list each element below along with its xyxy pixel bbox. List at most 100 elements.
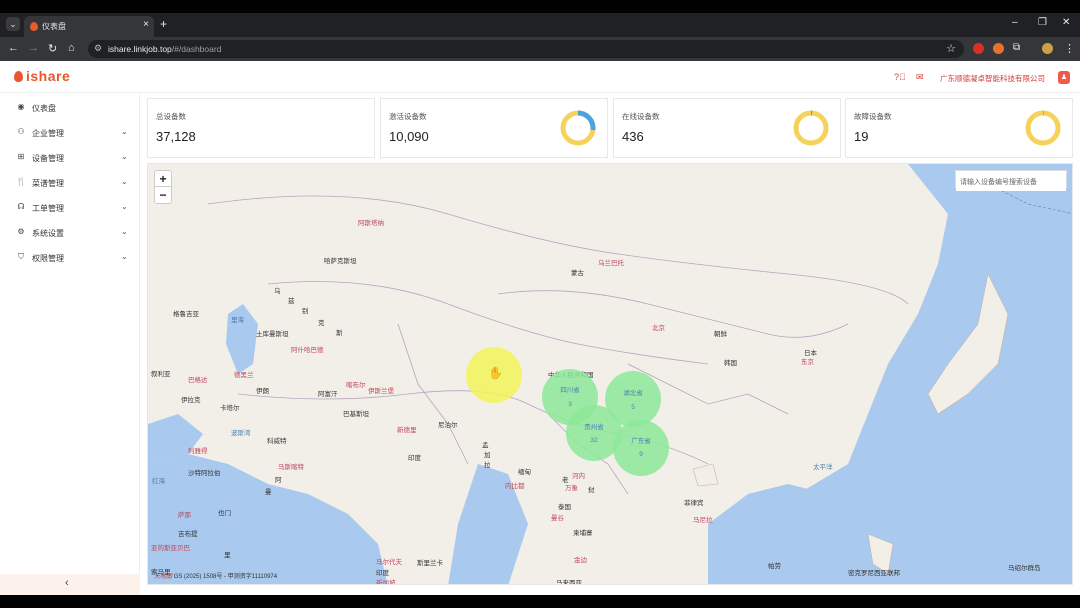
- map-label: 兹: [288, 298, 295, 305]
- map-label: 马绍尔群岛: [1008, 565, 1041, 572]
- new-tab-icon[interactable]: +: [160, 17, 167, 31]
- chevron-down-icon: ⌄: [121, 177, 128, 186]
- forward-icon[interactable]: →: [28, 42, 39, 54]
- map-label: 帕劳: [768, 563, 781, 570]
- mail-icon[interactable]: ✉: [916, 72, 924, 83]
- cluster-label: 贵州省: [584, 424, 604, 431]
- map-label: 斯: [336, 330, 343, 337]
- sidebar-collapse-button[interactable]: ‹: [0, 574, 140, 595]
- user-icon[interactable]: ♟: [1058, 71, 1070, 84]
- map-label: 太平洋: [813, 464, 833, 471]
- map-label: 克: [318, 320, 325, 327]
- sidebar-item-label: 设备管理: [32, 154, 64, 163]
- map-label: 卡塔尔: [220, 405, 240, 412]
- headset-icon: ☊: [17, 202, 25, 211]
- browser-tab[interactable]: 仪表盘 ×: [24, 16, 154, 37]
- back-icon[interactable]: ←: [8, 42, 19, 54]
- extensions-puzzle-icon[interactable]: ⧉: [1013, 42, 1020, 53]
- sidebar-item-workorders[interactable]: ☊ 工单管理 ⌄: [0, 196, 140, 220]
- browser-menu-icon[interactable]: ⋮: [1064, 42, 1075, 55]
- activated-ring-chart: [560, 110, 596, 146]
- map-label: 阿什哈巴德: [291, 347, 324, 354]
- tab-close-icon[interactable]: ×: [143, 19, 149, 30]
- window-close-icon[interactable]: ✕: [1062, 17, 1070, 28]
- map-label: 金边: [574, 557, 587, 564]
- favicon-icon: [30, 22, 38, 31]
- dashboard-icon: ◉: [17, 102, 25, 111]
- chevron-down-icon: ⌄: [121, 252, 128, 261]
- extension-icon[interactable]: [993, 43, 1004, 54]
- map-label: 河内: [572, 473, 585, 480]
- map-label: 泰国: [558, 504, 571, 511]
- sidebar-item-system-settings[interactable]: ⚙ 系统设置 ⌄: [0, 221, 140, 245]
- cluster-count: 5: [631, 404, 635, 411]
- map-label: 喀布尔: [346, 382, 366, 389]
- zoom-out-button[interactable]: −: [155, 187, 171, 203]
- map-label: 韩国: [724, 360, 737, 367]
- map-label: 哈萨克斯坦: [324, 258, 357, 265]
- map-label: 蒙古: [571, 270, 584, 277]
- map-label: 万象: [565, 485, 578, 492]
- map-label: 加: [484, 452, 491, 459]
- map-label: 马尼拉: [693, 517, 713, 524]
- zoom-in-button[interactable]: +: [155, 171, 171, 187]
- sidebar-item-label: 工单管理: [32, 204, 64, 213]
- device-cluster[interactable]: 广东省 9: [613, 420, 669, 476]
- extension-icon[interactable]: [973, 43, 984, 54]
- map-label: 利雅得: [188, 448, 208, 455]
- stat-card-activated: 激活设备数 10,090: [380, 98, 608, 158]
- app-logo[interactable]: ishare: [26, 68, 70, 84]
- sidebar-item-devices[interactable]: ⊞ 设备管理 ⌄: [0, 146, 140, 170]
- map-label: 吉布提: [178, 531, 198, 538]
- map-label: 别: [302, 308, 309, 315]
- cluster-label: 广东省: [631, 438, 651, 445]
- map-label: 土库曼斯坦: [256, 331, 289, 338]
- address-bar: ← → ↻ ⌂ ⚙ ishare.linkjob.top/#/dashboard…: [0, 37, 1080, 61]
- zoom-control: + −: [154, 170, 172, 204]
- map-label: 阿: [275, 477, 282, 484]
- stat-card-fault: 故障设备数 19: [845, 98, 1073, 158]
- map-base-layer: [148, 164, 1072, 584]
- cluster-label: 湖北省: [623, 390, 643, 397]
- minimize-icon[interactable]: –: [1012, 17, 1018, 28]
- home-icon[interactable]: ⌂: [68, 42, 75, 54]
- restore-icon[interactable]: ❐: [1038, 17, 1047, 28]
- url-path: /#/dashboard: [171, 44, 222, 54]
- sidebar-item-label: 企业管理: [32, 129, 64, 138]
- question-circle-icon[interactable]: ?⃝: [894, 72, 906, 82]
- site-info-icon[interactable]: ⚙: [94, 43, 102, 54]
- map-label: 里: [224, 552, 231, 559]
- stat-value: 19: [854, 129, 869, 144]
- org-icon: ⚇: [17, 127, 25, 136]
- sidebar-item-permissions[interactable]: ⛉ 权限管理 ⌄: [0, 246, 140, 270]
- reload-icon[interactable]: ↻: [48, 42, 57, 55]
- url-field[interactable]: ⚙ ishare.linkjob.top/#/dashboard ☆: [88, 40, 964, 58]
- screen-frame: ⌄ 仪表盘 × + – ❐ ✕ ← → ↻ ⌂ ⚙ ishare.linkjob…: [0, 0, 1080, 608]
- company-name[interactable]: 广东顺德凝卓智能科技有限公司: [940, 73, 1045, 84]
- stat-value: 436: [622, 129, 644, 144]
- device-search-input[interactable]: [956, 174, 1066, 191]
- map-label: 曼: [265, 489, 272, 496]
- profile-icon[interactable]: [1042, 43, 1053, 54]
- cluster-label: 四川省: [560, 387, 580, 394]
- map-label: 印度: [408, 455, 421, 462]
- map-label: 印度: [376, 570, 389, 577]
- sidebar-item-dashboard[interactable]: ◉ 仪表盘: [0, 96, 140, 120]
- stat-label: 激活设备数: [389, 112, 427, 121]
- chevron-down-icon: ⌄: [121, 227, 128, 236]
- logo-flame-icon: [14, 71, 23, 82]
- tab-search-icon[interactable]: ⌄: [6, 17, 20, 31]
- sidebar-item-label: 权限管理: [32, 254, 64, 263]
- map-label: 密克罗尼西亚联邦: [848, 570, 900, 577]
- map-label: 沙特阿拉伯: [188, 470, 221, 477]
- chevron-down-icon: ⌄: [121, 152, 128, 161]
- fork-knife-icon: 🍴: [16, 177, 26, 186]
- bookmark-star-icon[interactable]: ☆: [946, 42, 956, 55]
- sidebar-item-enterprise[interactable]: ⚇ 企业管理 ⌄: [0, 121, 140, 145]
- map-label: 孟: [482, 442, 489, 449]
- shield-icon: ⛉: [18, 252, 24, 261]
- fault-ring-chart: [1025, 110, 1061, 146]
- gears-icon: ⚙: [17, 227, 25, 236]
- device-map[interactable]: + − 阿斯塔纳 哈萨克斯坦 乌兰巴托 蒙古 乌 兹 别 克 斯 格鲁吉亚 里海…: [147, 163, 1073, 585]
- sidebar-item-recipes[interactable]: 🍴 菜谱管理 ⌄: [0, 171, 140, 195]
